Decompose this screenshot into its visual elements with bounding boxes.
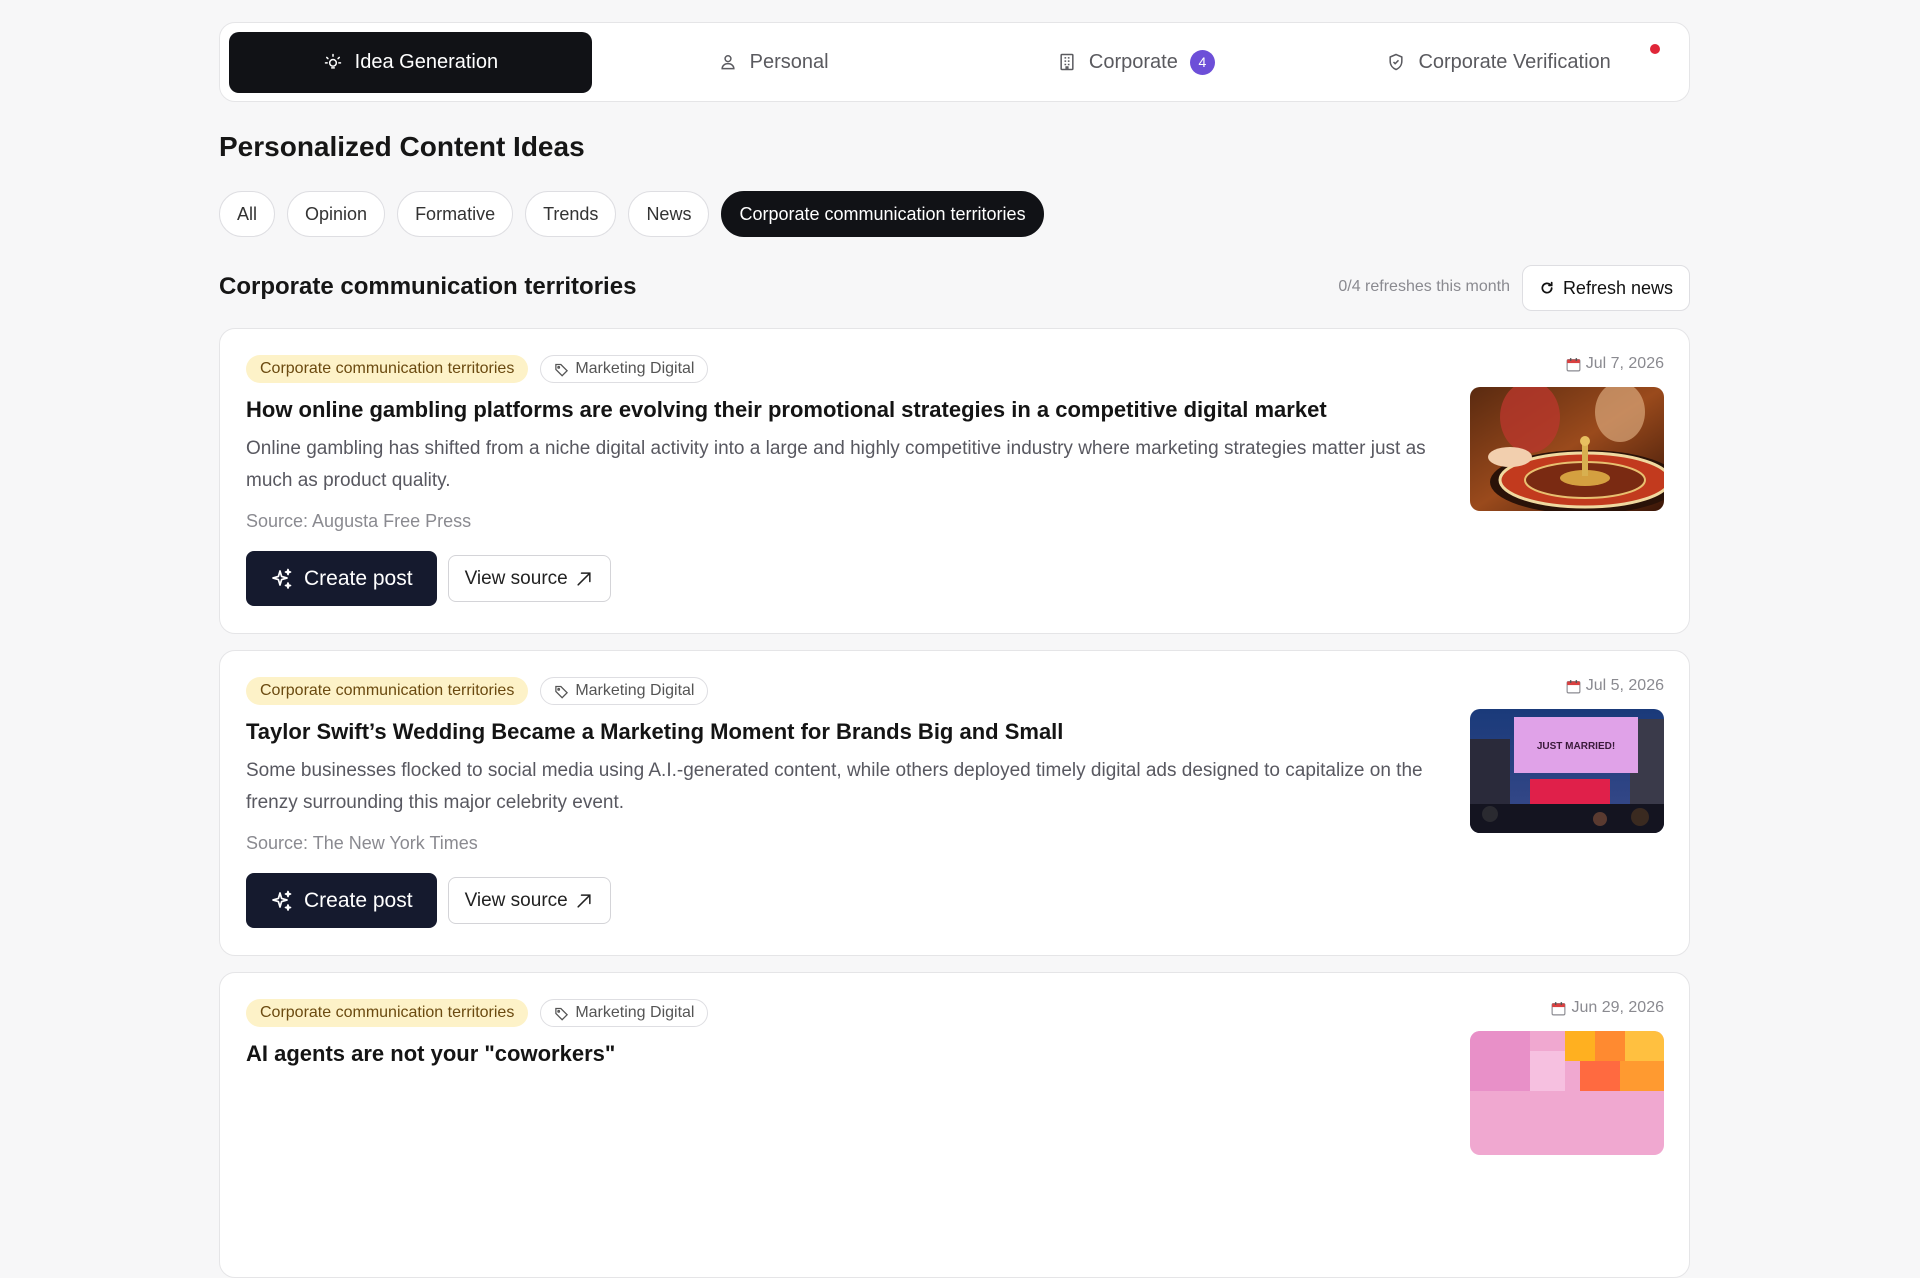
card-date: Jul 7, 2026 (1565, 355, 1664, 373)
tab-label: Idea Generation (354, 50, 499, 73)
card-actions: Create post View source (246, 551, 611, 606)
filter-all[interactable]: All (219, 191, 276, 237)
tag-icon (555, 363, 569, 377)
sparkles-icon (272, 890, 292, 911)
topic-tag: Marketing Digital (540, 677, 709, 705)
card-date: Jun 29, 2026 (1550, 999, 1664, 1017)
category-tag: Corporate communication territories (246, 999, 529, 1027)
billboard-text: JUST MARRIED! (1537, 741, 1615, 752)
external-link-icon (577, 571, 591, 586)
create-post-label: Create post (304, 888, 413, 912)
refresh-icon (1541, 281, 1553, 294)
article-thumbnail[interactable] (1470, 1031, 1664, 1155)
refresh-counter: 0/4 refreshes this month (1338, 278, 1510, 295)
page-title: Personalized Content Ideas (219, 131, 585, 162)
tab-label: Personal (749, 50, 829, 73)
topic-label: Marketing Digital (575, 360, 695, 377)
category-tag: Corporate communication territories (246, 677, 529, 705)
news-card: Corporate communication territories Mark… (219, 328, 1690, 634)
topic-tag: Marketing Digital (540, 999, 709, 1027)
tab-label: Corporate Verification (1418, 50, 1611, 73)
shield-check-icon (1389, 53, 1404, 71)
tab-corporate[interactable]: Corporate 4 (955, 32, 1318, 93)
card-title[interactable]: How online gambling platforms are evolvi… (246, 397, 1327, 423)
filter-trends[interactable]: Trends (525, 191, 617, 237)
tag-icon (555, 1007, 569, 1021)
article-thumbnail[interactable]: JUST MARRIED! (1470, 709, 1664, 833)
card-source: Source: Augusta Free Press (246, 511, 472, 531)
topic-label: Marketing Digital (575, 682, 695, 699)
calendar-icon (1552, 1001, 1566, 1015)
refresh-news-button[interactable]: Refresh news (1521, 265, 1690, 311)
filter-news[interactable]: News (628, 191, 710, 237)
news-card: Corporate communication territories Mark… (219, 650, 1690, 956)
building-icon (1060, 53, 1074, 71)
date-text: Jul 7, 2026 (1585, 355, 1664, 372)
abstract-image (1470, 1031, 1664, 1155)
card-actions: Create post View source (246, 873, 611, 928)
filter-corporate-communication-territories[interactable]: Corporate communication territories (721, 191, 1044, 237)
card-tags: Corporate communication territories Mark… (246, 355, 709, 383)
card-title[interactable]: AI agents are not your "coworkers" (246, 1041, 615, 1067)
article-thumbnail[interactable] (1470, 387, 1664, 511)
roulette-image (1470, 387, 1664, 511)
card-description: Some businesses flocked to social media … (246, 760, 1423, 813)
view-source-label: View source (464, 567, 568, 589)
create-post-label: Create post (304, 566, 413, 590)
count-badge: 4 (1189, 49, 1215, 75)
create-post-button[interactable]: Create post (246, 551, 437, 606)
user-icon (721, 55, 735, 70)
date-text: Jun 29, 2026 (1571, 999, 1664, 1016)
topic-tag: Marketing Digital (540, 355, 709, 383)
top-navigation: Idea Generation Personal Corporate 4 Cor… (219, 22, 1690, 102)
tab-corporate-verification[interactable]: Corporate Verification (1317, 32, 1680, 93)
filter-opinion[interactable]: Opinion (287, 191, 386, 237)
tab-idea-generation[interactable]: Idea Generation (229, 31, 592, 93)
calendar-icon (1566, 679, 1581, 693)
section-title: Corporate communication territories (219, 273, 637, 300)
view-source-button[interactable]: View source (447, 877, 611, 924)
view-source-button[interactable]: View source (447, 555, 611, 602)
refresh-news-label: Refresh news (1562, 277, 1673, 298)
card-title[interactable]: Taylor Swift’s Wedding Became a Marketin… (246, 719, 1063, 745)
card-description: Online gambling has shifted from a niche… (246, 438, 1426, 491)
card-source: Source: The New York Times (246, 833, 478, 853)
billboard-image: JUST MARRIED! (1470, 709, 1664, 833)
lightbulb-icon (324, 53, 341, 69)
view-source-label: View source (464, 889, 568, 911)
notification-dot (1650, 44, 1660, 54)
create-post-button[interactable]: Create post (246, 873, 437, 928)
card-date: Jul 5, 2026 (1565, 677, 1664, 695)
external-link-icon (577, 893, 591, 908)
date-text: Jul 5, 2026 (1585, 677, 1664, 694)
sparkles-icon (272, 568, 292, 589)
calendar-icon (1566, 357, 1581, 371)
tab-personal[interactable]: Personal (592, 32, 955, 93)
news-card: Corporate communication territories Mark… (219, 972, 1690, 1278)
card-tags: Corporate communication territories Mark… (246, 677, 709, 705)
tab-label: Corporate (1088, 50, 1178, 73)
category-tag: Corporate communication territories (246, 355, 529, 383)
tag-icon (555, 685, 569, 699)
filter-chips: All Opinion Formative Trends News Corpor… (219, 191, 1044, 237)
topic-label: Marketing Digital (575, 1004, 695, 1021)
card-tags: Corporate communication territories Mark… (246, 999, 709, 1027)
filter-formative[interactable]: Formative (397, 191, 514, 237)
